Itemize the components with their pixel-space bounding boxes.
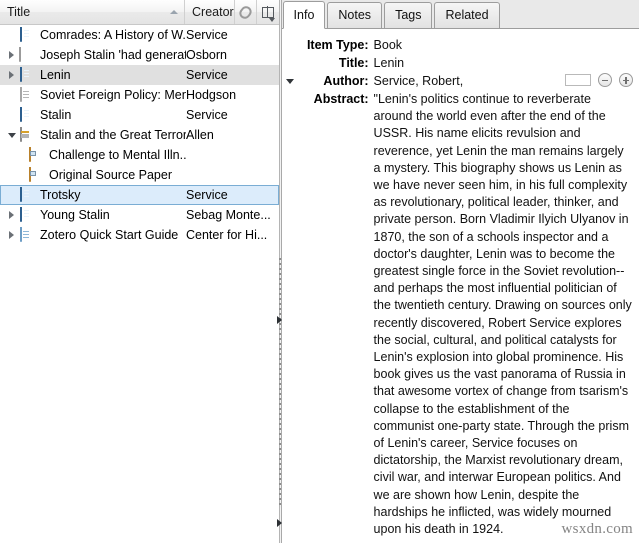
book-icon — [18, 27, 35, 43]
plus-circle-icon[interactable] — [619, 73, 633, 87]
row-creator: Allen — [186, 128, 214, 142]
book-icon — [18, 107, 35, 123]
row-creator: Service — [186, 28, 228, 42]
row-creator: Sebag Monte... — [186, 208, 271, 222]
field-value-author[interactable]: Service, Robert, — [374, 73, 511, 90]
items-column-header: Title Creator — [0, 0, 279, 25]
field-twisty-placeholder — [282, 91, 298, 108]
row-creator: Hodgson — [186, 88, 237, 102]
book-icon — [18, 187, 35, 203]
items-list[interactable]: Comrades: A History of W... Service Jose… — [0, 25, 279, 543]
field-value-item-type[interactable]: Book — [374, 37, 635, 54]
items-pane: Title Creator Comrades: A History of W..… — [0, 0, 280, 543]
row-title: Original Source Paper — [49, 168, 172, 182]
tab-related[interactable]: Related — [434, 2, 500, 28]
author-mini-input[interactable] — [565, 74, 591, 86]
table-row[interactable]: Comrades: A History of W... Service — [0, 25, 279, 45]
book-icon — [18, 207, 35, 223]
table-row-child[interactable]: Challenge to Mental Illn... — [0, 145, 279, 165]
table-row[interactable]: Soviet Foreign Policy: Men... Hodgson — [0, 85, 279, 105]
book-icon — [18, 67, 35, 83]
field-label-author: Author: — [323, 74, 369, 88]
row-creator: Service — [186, 68, 228, 82]
table-row[interactable]: Joseph Stalin 'had generati... Osborn — [0, 45, 279, 65]
field-twisty-placeholder — [282, 55, 298, 72]
snapshot-icon — [27, 147, 44, 163]
column-header-creator[interactable]: Creator — [185, 0, 235, 24]
table-row[interactable]: Young Stalin Sebag Monte... — [0, 205, 279, 225]
row-expand-twisty[interactable] — [5, 71, 18, 79]
info-tabbar: Info Notes Tags Related — [281, 0, 639, 29]
table-row-child[interactable]: Original Source Paper — [0, 165, 279, 185]
field-title: Title: Lenin — [282, 55, 639, 72]
sort-ascending-icon — [170, 10, 178, 14]
author-options-twisty[interactable] — [282, 73, 298, 90]
field-label-item-type: Item Type: — [306, 38, 369, 52]
row-title: Challenge to Mental Illn... — [49, 148, 186, 162]
field-value-title[interactable]: Lenin — [374, 55, 635, 72]
newspaper-icon — [18, 127, 35, 143]
column-header-title-label: Title — [7, 5, 31, 19]
table-row[interactable]: Stalin Service — [0, 105, 279, 125]
column-picker-button[interactable] — [257, 0, 279, 24]
row-creator: Center for Hi... — [186, 228, 268, 242]
row-title: Lenin — [40, 68, 71, 82]
field-value-abstract[interactable]: "Lenin's politics continue to reverberat… — [374, 91, 635, 538]
column-header-attachment[interactable] — [235, 0, 257, 24]
row-creator: Service — [186, 108, 228, 122]
column-header-title[interactable]: Title — [0, 0, 185, 24]
table-row[interactable]: Zotero Quick Start Guide Center for Hi..… — [0, 225, 279, 245]
attachment-icon — [18, 47, 35, 63]
row-expand-twisty[interactable] — [5, 231, 18, 239]
field-label-title: Title: — [338, 56, 369, 70]
document-icon — [18, 87, 35, 103]
snapshot-icon — [27, 167, 44, 183]
item-info-pane: Info Notes Tags Related Item Type: Book … — [281, 0, 639, 543]
table-row-selected-inactive[interactable]: Lenin Service — [0, 65, 279, 85]
field-twisty-placeholder — [282, 37, 298, 54]
row-title: Trotsky — [40, 188, 81, 202]
info-field-list: Item Type: Book Title: Lenin Author: Ser… — [282, 29, 639, 543]
row-title: Zotero Quick Start Guide — [40, 228, 179, 242]
zotero-window: Title Creator Comrades: A History of W..… — [0, 0, 639, 543]
row-title: Stalin and the Great Terror... — [40, 128, 186, 142]
row-creator: Osborn — [186, 48, 227, 62]
row-title: Young Stalin — [40, 208, 110, 222]
row-expand-twisty[interactable] — [5, 211, 18, 219]
row-creator: Service — [186, 188, 228, 202]
row-title: Soviet Foreign Policy: Men... — [40, 88, 186, 102]
paperclip-icon — [236, 3, 254, 21]
column-header-creator-label: Creator — [192, 5, 234, 19]
row-expand-twisty[interactable] — [5, 51, 18, 59]
table-row[interactable]: Stalin and the Great Terror... Allen — [0, 125, 279, 145]
tab-tags[interactable]: Tags — [384, 2, 433, 28]
page-icon — [18, 227, 35, 243]
row-title: Joseph Stalin 'had generati... — [40, 48, 186, 62]
row-title: Stalin — [40, 108, 72, 122]
column-picker-icon — [261, 6, 275, 22]
field-label-abstract: Abstract: — [313, 92, 369, 106]
tab-notes[interactable]: Notes — [327, 2, 383, 28]
author-controls — [565, 73, 633, 87]
minus-circle-icon[interactable] — [598, 73, 612, 87]
row-collapse-twisty[interactable] — [5, 132, 18, 138]
tab-info[interactable]: Info — [282, 1, 326, 29]
field-item-type: Item Type: Book — [282, 37, 639, 54]
table-row-selected[interactable]: Trotsky Service — [0, 185, 279, 205]
row-title: Comrades: A History of W... — [40, 28, 186, 42]
field-author: Author: Service, Robert, — [282, 73, 639, 90]
field-abstract: Abstract: "Lenin's politics continue to … — [282, 91, 639, 538]
